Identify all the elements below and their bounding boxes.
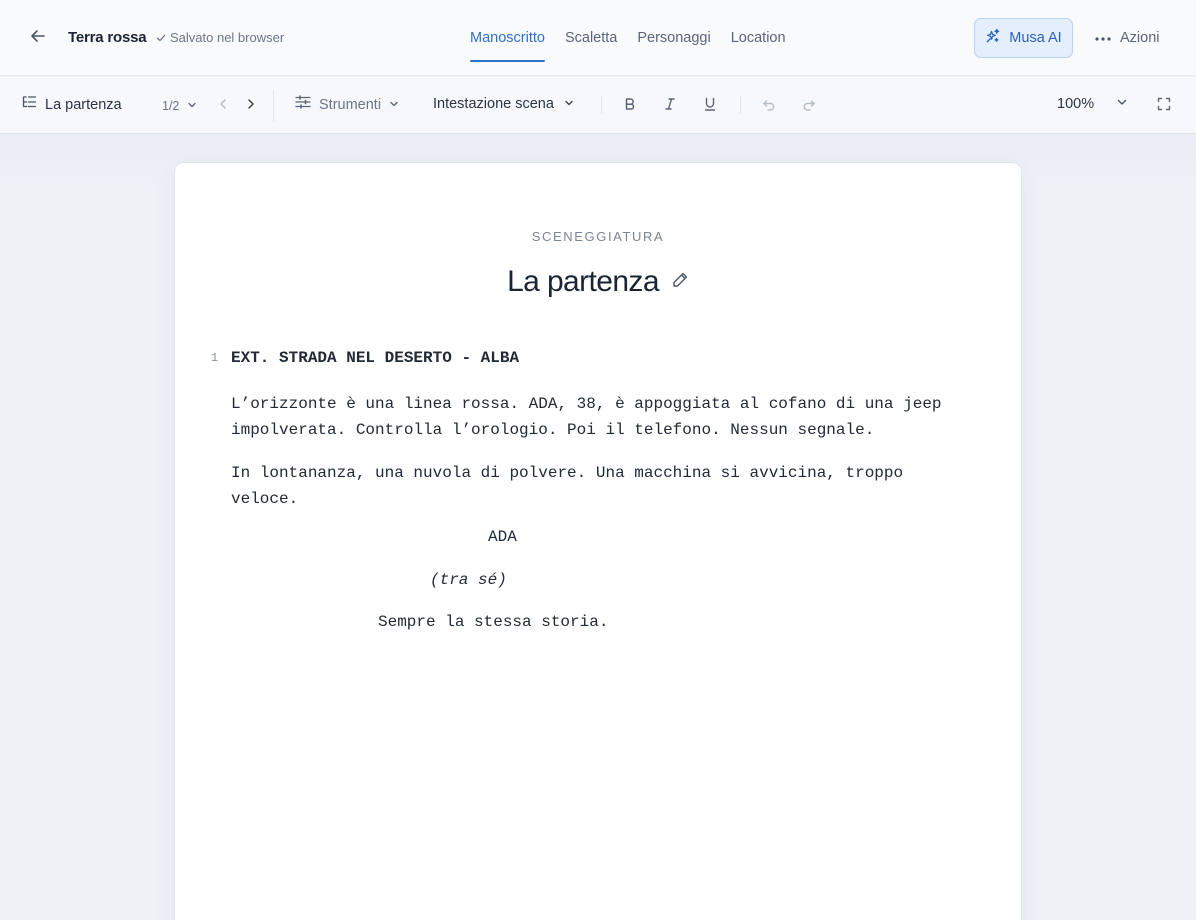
check-icon bbox=[156, 33, 166, 43]
sparkles-icon bbox=[985, 28, 1001, 48]
underline-icon bbox=[703, 97, 717, 116]
chevron-right-icon bbox=[244, 97, 258, 116]
tools-label: Strumenti bbox=[319, 96, 382, 113]
undo-icon bbox=[762, 97, 776, 116]
tab-location[interactable]: Location bbox=[721, 0, 796, 76]
tab-manoscritto[interactable]: Manoscritto bbox=[460, 0, 555, 76]
scene-name: La partenza bbox=[45, 96, 122, 113]
parenthetical[interactable]: (tra sé) bbox=[430, 571, 507, 589]
action-paragraph[interactable]: In lontananza, una nuvola di polvere. Un… bbox=[231, 460, 971, 512]
actions-button[interactable]: Azioni bbox=[1094, 25, 1160, 51]
pencil-icon[interactable] bbox=[671, 271, 689, 289]
redo-button[interactable] bbox=[802, 97, 816, 116]
fullscreen-button[interactable] bbox=[1157, 97, 1171, 116]
zoom-value: 100% bbox=[1057, 96, 1095, 112]
italic-button[interactable] bbox=[663, 97, 677, 116]
back-button[interactable] bbox=[24, 24, 52, 52]
character-cue[interactable]: ADA bbox=[488, 528, 517, 546]
bold-icon bbox=[623, 97, 637, 116]
tools-dropdown[interactable]: Strumenti bbox=[295, 95, 399, 114]
chevron-left-icon bbox=[216, 97, 230, 116]
toolbar-divider bbox=[273, 90, 274, 122]
document-type-label: SCENEGGIATURA bbox=[531, 229, 665, 244]
more-horizontal-icon bbox=[1094, 30, 1112, 46]
chevron-down-icon bbox=[1116, 95, 1128, 113]
top-bar: Terra rossa Salvato nel browser Manoscri… bbox=[0, 0, 1196, 76]
tab-scaletta[interactable]: Scaletta bbox=[555, 0, 627, 76]
tab-personaggi[interactable]: Personaggi bbox=[627, 0, 720, 76]
undo-button[interactable] bbox=[762, 97, 776, 116]
document-title: Terra rossa bbox=[68, 29, 147, 46]
screenplay-page[interactable]: SCENEGGIATURA La partenza 1 EXT. STRADA … bbox=[174, 162, 1022, 920]
toolbar-divider bbox=[601, 96, 602, 114]
save-status: Salvato nel browser bbox=[156, 30, 284, 45]
dialogue-line[interactable]: Sempre la stessa storia. bbox=[378, 613, 608, 631]
scene-navigator[interactable]: La partenza bbox=[22, 95, 122, 114]
chevron-down-icon bbox=[187, 97, 197, 115]
sliders-icon bbox=[295, 95, 311, 114]
scene-title: La partenza bbox=[507, 265, 659, 298]
actions-label: Azioni bbox=[1120, 30, 1160, 46]
bold-button[interactable] bbox=[623, 97, 637, 116]
previous-page-button[interactable] bbox=[216, 97, 230, 116]
element-type-select[interactable]: Intestazione scena bbox=[433, 95, 574, 113]
maximize-icon bbox=[1157, 97, 1171, 116]
page-selector[interactable]: 1/2 bbox=[162, 97, 197, 115]
muse-ai-label: Musa AI bbox=[1009, 30, 1062, 46]
scene-heading[interactable]: EXT. STRADA NEL DESERTO - ALBA bbox=[231, 349, 519, 367]
main-tabs: Manoscritto Scaletta Personaggi Location bbox=[460, 0, 796, 76]
arrow-left-icon bbox=[29, 27, 47, 50]
page-indicator: 1/2 bbox=[162, 99, 180, 113]
underline-button[interactable] bbox=[703, 97, 717, 116]
save-status-label: Salvato nel browser bbox=[170, 30, 285, 45]
chevron-down-icon bbox=[389, 96, 399, 114]
line-number: 1 bbox=[211, 351, 219, 365]
list-tree-icon bbox=[22, 95, 37, 114]
muse-ai-button[interactable]: Musa AI bbox=[974, 18, 1073, 58]
scene-title-row: La partenza bbox=[175, 265, 1021, 299]
toolbar-divider bbox=[740, 96, 741, 114]
element-type-value: Intestazione scena bbox=[433, 96, 554, 112]
chevron-down-icon bbox=[564, 95, 574, 113]
zoom-select[interactable]: 100% bbox=[1057, 95, 1128, 113]
action-paragraph[interactable]: L’orizzonte è una linea rossa. ADA, 38, … bbox=[231, 391, 971, 443]
italic-icon bbox=[663, 97, 677, 116]
editor-canvas: SCENEGGIATURA La partenza 1 EXT. STRADA … bbox=[0, 134, 1196, 920]
editor-toolbar: La partenza 1/2 Strumenti Intestazione s… bbox=[0, 77, 1196, 134]
redo-icon bbox=[802, 97, 816, 116]
next-page-button[interactable] bbox=[244, 97, 258, 116]
